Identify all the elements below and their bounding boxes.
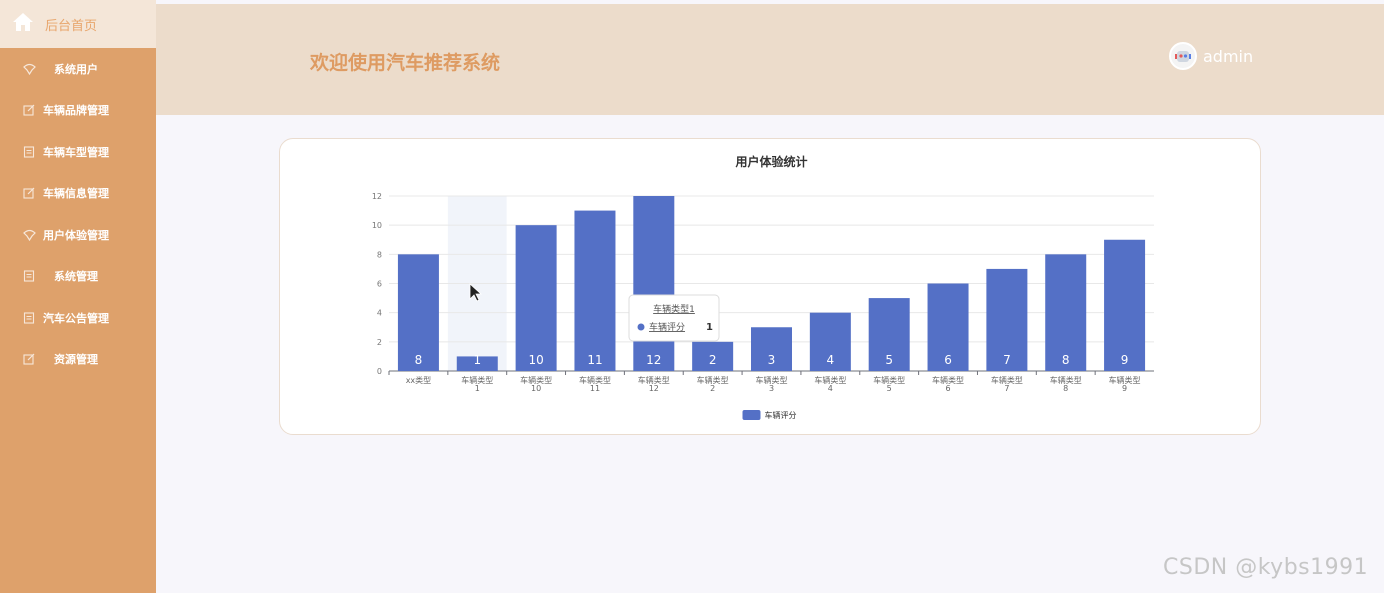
bar-value-label: 11 — [587, 353, 602, 367]
y-tick-label: 10 — [372, 221, 382, 230]
sidebar-item-1[interactable]: 车辆品牌管理 — [0, 90, 156, 132]
legend-label: 车辆评分 — [765, 410, 797, 420]
tooltip-title: 车辆类型1 — [653, 303, 695, 315]
sidebar-item-label: 汽车公告管理 — [43, 311, 109, 325]
y-tick-label: 8 — [377, 250, 382, 259]
chat-icon — [22, 228, 36, 242]
avatar — [1169, 42, 1197, 70]
bar-value-label: 8 — [415, 353, 423, 367]
x-tick-label: 9 — [1122, 384, 1127, 393]
doc-icon — [22, 145, 36, 159]
edit-icon — [22, 352, 36, 366]
sidebar-item-label: 车辆信息管理 — [43, 187, 109, 201]
sidebar-item-7[interactable]: 资源管理 — [0, 339, 156, 381]
bar-value-label: 4 — [827, 353, 835, 367]
bar-value-label: 10 — [528, 353, 543, 367]
y-tick-label: 4 — [377, 309, 382, 318]
sidebar-item-5[interactable]: 系统管理 — [0, 256, 156, 298]
sidebar-item-label: 系统用户 — [54, 62, 98, 76]
bar-value-label: 12 — [646, 353, 661, 367]
bar-4 — [633, 196, 675, 371]
bar-value-label: 1 — [473, 353, 481, 367]
edit-icon — [22, 186, 36, 200]
legend-swatch — [742, 410, 761, 420]
bar-value-label: 6 — [944, 353, 952, 367]
chat-icon — [22, 62, 36, 76]
sidebar-item-0[interactable]: 系统用户 — [0, 48, 156, 90]
x-tick-label: 7 — [1004, 384, 1009, 393]
tooltip-dot — [637, 323, 645, 331]
x-tick-label: 11 — [590, 384, 600, 393]
doc-icon — [22, 269, 36, 283]
username: admin — [1203, 46, 1254, 66]
watermark: CSDN @kybs1991 — [1163, 555, 1369, 580]
page-title: 欢迎使用汽车推荐系统 — [310, 52, 501, 74]
doc-icon — [22, 311, 36, 325]
x-tick-label: 3 — [769, 384, 774, 393]
x-tick-label: xx类型 — [406, 375, 431, 385]
home-icon — [12, 12, 34, 36]
sidebar-item-6[interactable]: 汽车公告管理 — [0, 297, 156, 339]
x-tick-label: 6 — [945, 384, 950, 393]
sidebar: 后台首页 系统用户车辆品牌管理 车辆车型管理 车辆信息管理 用户体验管理 系统管理汽车公… — [0, 0, 156, 593]
bar-value-label: 3 — [768, 353, 776, 367]
user-menu[interactable]: admin — [1169, 42, 1253, 70]
x-tick-label: 8 — [1063, 384, 1068, 393]
sidebar-home-label: 后台首页 — [45, 18, 98, 34]
sidebar-item-label: 用户体验管理 — [43, 228, 109, 242]
bar-chart: 用户体验统计0246810128xx类型1车辆类型110车辆类型1011车辆类型… — [372, 154, 1154, 420]
y-tick-label: 6 — [377, 280, 382, 289]
bar-value-label: 2 — [709, 353, 717, 367]
x-tick-label: 2 — [710, 384, 715, 393]
sidebar-item-home[interactable]: 后台首页 — [0, 0, 156, 48]
sidebar-item-label: 车辆品牌管理 — [43, 104, 109, 118]
x-tick-label: 1 — [475, 384, 480, 393]
bar-value-label: 9 — [1121, 353, 1129, 367]
sidebar-item-3[interactable]: 车辆信息管理 — [0, 173, 156, 215]
tooltip-value: 1 — [706, 322, 713, 333]
bar-value-label: 5 — [885, 353, 893, 367]
sidebar-item-4[interactable]: 用户体验管理 — [0, 214, 156, 256]
sidebar-item-label: 资源管理 — [54, 353, 98, 367]
sidebar-item-label: 车辆车型管理 — [43, 145, 109, 159]
chart-title: 用户体验统计 — [734, 154, 807, 169]
sidebar-item-label: 系统管理 — [54, 270, 98, 284]
tooltip-box — [628, 294, 720, 342]
bar-value-label: 8 — [1062, 353, 1070, 367]
robot-icon — [1175, 51, 1191, 62]
y-tick-label: 0 — [377, 367, 382, 376]
bar-12 — [1104, 239, 1146, 371]
header: 欢迎使用汽车推荐系统 admin — [156, 4, 1384, 115]
bar-3 — [574, 210, 616, 371]
tooltip-series: 车辆评分 — [649, 321, 685, 333]
x-tick-label: 10 — [531, 384, 541, 393]
bar-value-label: 7 — [1003, 353, 1011, 367]
y-tick-label: 12 — [372, 192, 382, 201]
sidebar-item-2[interactable]: 车辆车型管理 — [0, 131, 156, 173]
x-tick-label: 5 — [887, 384, 892, 393]
x-tick-label: 12 — [649, 384, 659, 393]
x-tick-label: 4 — [828, 384, 833, 393]
edit-icon — [22, 103, 36, 117]
bar-2 — [515, 225, 557, 371]
y-tick-label: 2 — [377, 338, 382, 347]
chart-card: 用户体验统计 0 2 4 6 8 10 12 8 xx类型 1 车辆类型 1 10 车辆类型 10 11 车辆类型… — [279, 138, 1261, 435]
